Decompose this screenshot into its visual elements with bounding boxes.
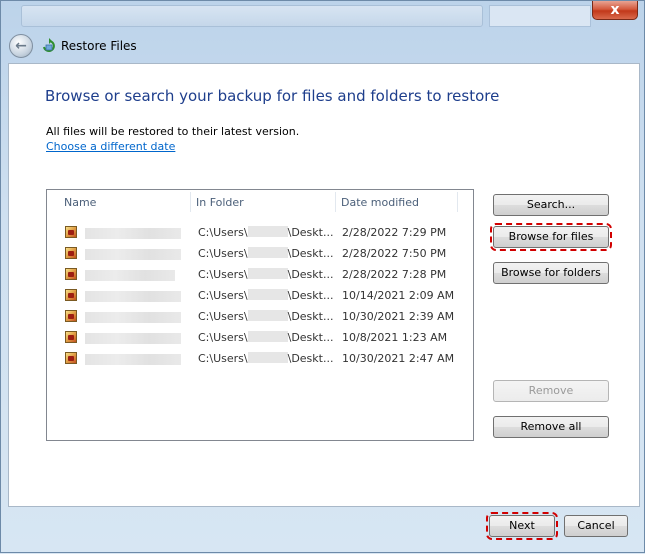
file-folder: C:\Users\ \Deskt...	[198, 226, 334, 239]
back-arrow-icon: ←	[15, 38, 27, 54]
back-button[interactable]: ←	[9, 34, 33, 58]
next-button[interactable]: Next	[486, 512, 558, 540]
file-folder: C:\Users\ \Deskt...	[198, 352, 334, 365]
column-divider[interactable]	[335, 192, 336, 212]
browse-for-files-button[interactable]: Browse for files	[490, 223, 612, 251]
file-date: 10/14/2021 2:09 AM	[342, 289, 455, 302]
file-row[interactable]: C:\Users\ \Deskt... 2/28/2022 7:50 PM	[47, 244, 473, 264]
redacted-user-name	[247, 352, 288, 363]
redacted-file-name	[85, 354, 181, 365]
file-row[interactable]: C:\Users\ \Deskt... 10/30/2021 2:39 AM	[47, 307, 473, 327]
choose-date-link[interactable]: Choose a different date	[46, 140, 175, 153]
browse-for-folders-button[interactable]: Browse for folders	[493, 262, 609, 284]
file-row[interactable]: C:\Users\ \Deskt... 2/28/2022 7:28 PM	[47, 265, 473, 285]
redacted-user-name	[247, 310, 288, 321]
column-header-date[interactable]: Date modified	[341, 190, 419, 216]
file-date: 2/28/2022 7:50 PM	[342, 247, 447, 260]
redacted-file-name	[85, 228, 181, 239]
window-title: Restore Files	[61, 39, 137, 53]
cancel-button[interactable]: Cancel	[564, 515, 628, 537]
file-folder: C:\Users\ \Deskt...	[198, 331, 334, 344]
page-heading: Browse or search your backup for files a…	[45, 87, 500, 105]
image-file-icon	[65, 289, 77, 301]
file-date: 10/8/2021 1:23 AM	[342, 331, 448, 344]
file-date: 2/28/2022 7:28 PM	[342, 268, 447, 281]
file-date: 10/30/2021 2:39 AM	[342, 310, 455, 323]
image-file-icon	[65, 331, 77, 343]
image-file-icon	[65, 268, 77, 280]
file-row[interactable]: C:\Users\ \Deskt... 2/28/2022 7:29 PM	[47, 223, 473, 243]
redacted-file-name	[85, 333, 181, 344]
image-file-icon	[65, 310, 77, 322]
restore-files-icon	[41, 38, 57, 54]
remove-button[interactable]: Remove	[493, 380, 609, 402]
column-header-name[interactable]: Name	[64, 190, 96, 216]
dialog-footer: Next Cancel	[1, 507, 645, 554]
file-folder: C:\Users\ \Deskt...	[198, 268, 334, 281]
redacted-file-name	[85, 249, 181, 260]
file-row[interactable]: C:\Users\ \Deskt... 10/14/2021 2:09 AM	[47, 286, 473, 306]
file-row[interactable]: C:\Users\ \Deskt... 10/30/2021 2:47 AM	[47, 349, 473, 369]
file-folder: C:\Users\ \Deskt...	[198, 289, 334, 302]
restore-note: All files will be restored to their late…	[46, 125, 300, 138]
file-date: 10/30/2021 2:47 AM	[342, 352, 455, 365]
background-search-field	[489, 5, 591, 27]
redacted-user-name	[247, 247, 288, 258]
column-header-folder[interactable]: In Folder	[196, 190, 244, 216]
file-folder: C:\Users\ \Deskt...	[198, 247, 334, 260]
close-button[interactable]: x	[592, 1, 638, 20]
file-folder: C:\Users\ \Deskt...	[198, 310, 334, 323]
restore-file-list[interactable]: Name In Folder Date modified C:\Users\ \D…	[46, 189, 474, 441]
redacted-user-name	[247, 268, 288, 279]
window-frame: x ← Restore Files Browse or search your …	[0, 0, 645, 553]
search-button[interactable]: Search...	[493, 194, 609, 216]
column-divider[interactable]	[457, 192, 458, 212]
nav-bar: ← Restore Files	[9, 33, 137, 59]
column-divider[interactable]	[190, 192, 191, 212]
redacted-file-name	[85, 291, 181, 302]
redacted-file-name	[85, 312, 181, 323]
close-icon: x	[610, 2, 620, 18]
image-file-icon	[65, 226, 77, 238]
redacted-file-name	[85, 270, 175, 281]
remove-all-button[interactable]: Remove all	[493, 416, 609, 438]
image-file-icon	[65, 247, 77, 259]
file-row[interactable]: C:\Users\ \Deskt... 10/8/2021 1:23 AM	[47, 328, 473, 348]
file-date: 2/28/2022 7:29 PM	[342, 226, 447, 239]
redacted-user-name	[247, 226, 288, 237]
content-panel: Browse or search your backup for files a…	[8, 63, 640, 507]
background-address-bar	[21, 5, 483, 27]
image-file-icon	[65, 352, 77, 364]
redacted-user-name	[247, 331, 288, 342]
redacted-user-name	[247, 289, 288, 300]
